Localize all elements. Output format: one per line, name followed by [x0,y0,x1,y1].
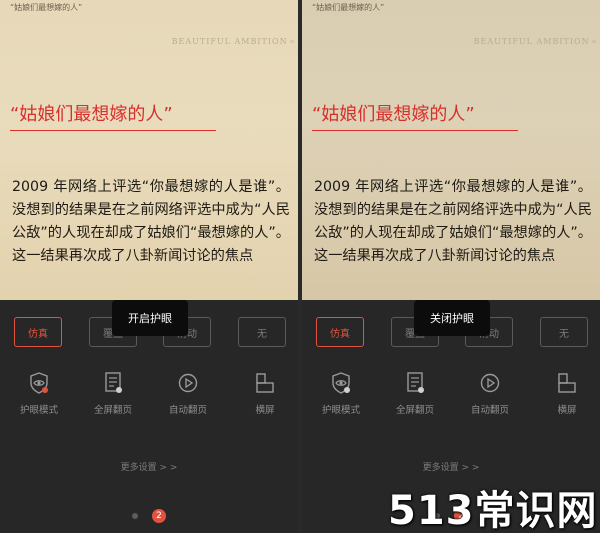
mode-button-none[interactable]: 无 [540,317,588,347]
tool-label: 护眼模式 [19,405,58,416]
site-watermark: 513常识网 [388,488,598,533]
body-text: 2009 年网络上评选“你最想嫁的人是谁”。没想到的结果是在之前网络评选中成为“… [12,179,290,264]
landscape-icon [256,373,274,393]
auto-play-icon [178,373,198,393]
mode-button-simulate[interactable]: 仿真 [14,317,62,347]
toast-eye-care-off: 关闭护眼 [414,300,490,336]
chevrons-left-icon: ‹‹ [591,37,598,46]
more-settings-link[interactable]: 更多设置 > > [302,460,600,473]
pager-dot[interactable] [132,513,138,519]
fullscreen-page-turn-button[interactable]: 全屏翻页 [78,372,148,420]
tool-label: 横屏 [557,405,577,416]
reader-screen-eye-care-off: “姑娘们最想嫁的人” BEAUTIFUL AMBITION ‹‹ “姑娘们最想嫁的… [302,0,600,533]
tool-label: 护眼模式 [321,405,360,416]
chapter-title: “姑娘们最想嫁的人” [10,104,173,125]
auto-play-icon [480,373,500,393]
fullscreen-page-icon [407,372,424,393]
tool-label: 自动翻页 [168,405,207,416]
body-text: 2009 年网络上评选“你最想嫁的人是谁”。没想到的结果是在之前网络评选中成为“… [314,179,592,264]
eye-shield-icon [30,372,48,394]
chapter-title: “姑娘们最想嫁的人” [312,104,475,125]
landscape-button[interactable]: 横屏 [230,372,298,420]
more-settings-link[interactable]: 更多设置 > > [0,460,298,473]
tool-label: 横屏 [255,405,275,416]
auto-page-turn-button[interactable]: 自动翻页 [153,372,223,420]
book-page[interactable]: “姑娘们最想嫁的人” BEAUTIFUL AMBITION ‹‹ “姑娘们最想嫁的… [0,0,298,300]
tool-label: 自动翻页 [470,405,509,416]
landscape-button[interactable]: 横屏 [532,372,600,420]
book-page[interactable]: “姑娘们最想嫁的人” BEAUTIFUL AMBITION ‹‹ “姑娘们最想嫁的… [302,0,600,300]
chevrons-left-icon: ‹‹ [289,37,296,46]
tool-label: 全屏翻页 [93,405,132,416]
mode-button-none[interactable]: 无 [238,317,286,347]
brand-mark: BEAUTIFUL AMBITION ‹‹ [473,37,598,46]
reader-screen-eye-care-on: “姑娘们最想嫁的人” BEAUTIFUL AMBITION ‹‹ “姑娘们最想嫁的… [0,0,298,533]
eye-care-mode-button[interactable]: 护眼模式 [306,372,376,420]
title-underline [312,130,518,131]
mode-button-simulate[interactable]: 仿真 [316,317,364,347]
running-head: “姑娘们最想嫁的人” [10,3,83,12]
eye-care-mode-button[interactable]: 护眼模式 [4,372,74,420]
fullscreen-page-turn-button[interactable]: 全屏翻页 [380,372,450,420]
page-number-badge[interactable]: 2 [152,509,166,523]
landscape-icon [558,373,576,393]
pager: 2 [130,508,170,524]
tool-label: 全屏翻页 [395,405,434,416]
brand-mark: BEAUTIFUL AMBITION ‹‹ [171,37,296,46]
title-underline [10,130,216,131]
eye-shield-icon [332,372,350,394]
running-head: “姑娘们最想嫁的人” [312,3,385,12]
toast-eye-care-on: 开启护眼 [112,300,188,336]
auto-page-turn-button[interactable]: 自动翻页 [455,372,525,420]
fullscreen-page-icon [105,372,122,393]
